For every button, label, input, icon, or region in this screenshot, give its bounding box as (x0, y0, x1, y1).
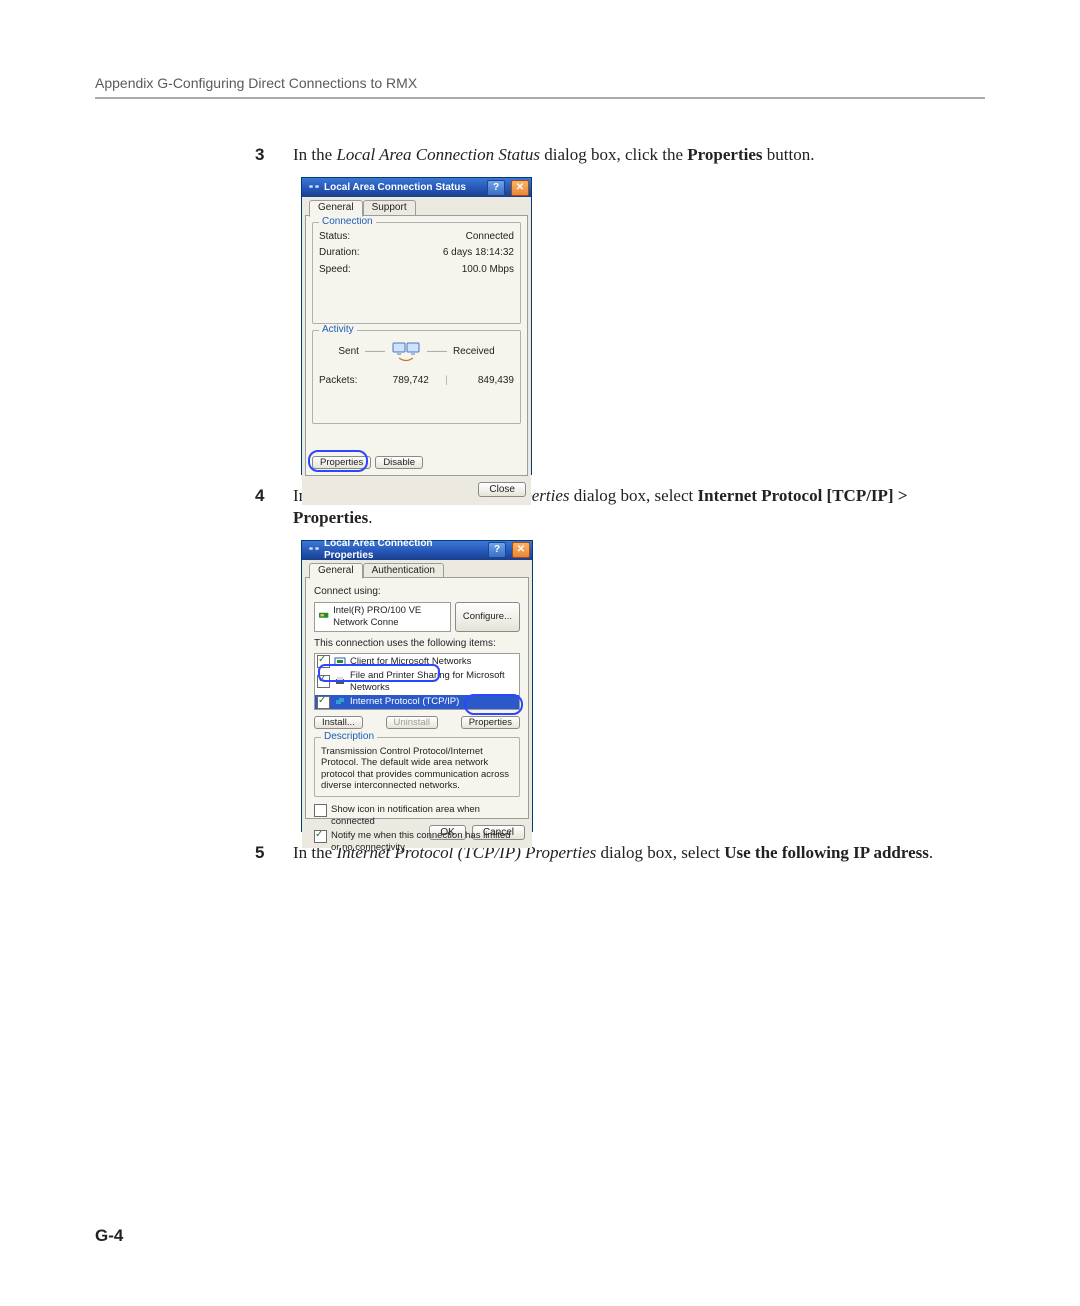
check-label: Show icon in notification area when conn… (331, 804, 520, 828)
value-packets-sent: 789,742 (379, 375, 443, 388)
step-number: 5 (255, 842, 293, 863)
page-number: G-4 (95, 1226, 123, 1246)
step-3: 3 In the Local Area Connection Status di… (255, 144, 985, 165)
close-icon[interactable]: ✕ (511, 180, 529, 196)
content: 3 In the Local Area Connection Status di… (255, 144, 985, 863)
properties-button[interactable]: Properties (461, 716, 520, 729)
close-icon[interactable]: ✕ (512, 542, 530, 558)
value-duration: 6 days 18:14:32 (360, 247, 514, 260)
network-icon (308, 182, 320, 194)
label-packets: Packets: (319, 375, 379, 388)
help-icon[interactable]: ? (488, 542, 506, 558)
footer: Close (305, 476, 528, 501)
monitor-icon (391, 341, 421, 363)
network-icon (308, 544, 320, 556)
group-activity: Activity Sent —— —— Received (312, 330, 521, 424)
tab-general[interactable]: General (309, 200, 363, 217)
adapter-icon (319, 612, 329, 622)
printer-icon (334, 676, 346, 688)
dialog-title: Local Area Connection Status (324, 182, 481, 195)
title-bar: Local Area Connection Status ? ✕ (302, 178, 531, 197)
dialog-connection-properties: Local Area Connection Properties ? ✕ Gen… (301, 540, 533, 832)
group-description: Description Transmission Control Protoco… (314, 737, 520, 797)
label-received: Received (453, 346, 495, 359)
items-list[interactable]: Client for Microsoft Networks File and P… (314, 653, 520, 710)
tab-pane: Connect using: Intel(R) PRO/100 VE Netwo… (305, 577, 529, 819)
step-number: 4 (255, 485, 293, 506)
check-label: Notify me when this connection has limit… (331, 830, 520, 854)
check-notify[interactable]: Notify me when this connection has limit… (314, 829, 520, 855)
adapter-name: Intel(R) PRO/100 VE Network Conne (333, 605, 446, 629)
group-connection: Connection Status:Connected Duration:6 d… (312, 222, 521, 324)
checkbox-icon[interactable] (317, 655, 330, 668)
tab-pane: Connection Status:Connected Duration:6 d… (305, 215, 528, 476)
uninstall-button: Uninstall (386, 716, 438, 729)
label-status: Status: (319, 231, 350, 244)
page: Appendix G-Configuring Direct Connection… (95, 75, 985, 1246)
value-speed: 100.0 Mbps (351, 264, 514, 277)
page-header: Appendix G-Configuring Direct Connection… (95, 75, 985, 99)
group-legend: Description (321, 731, 377, 744)
checkbox-icon[interactable] (314, 830, 327, 843)
list-item[interactable]: File and Printer Sharing for Microsoft N… (315, 669, 519, 695)
tab-strip: General Authentication (305, 562, 529, 579)
item-label: Client for Microsoft Networks (350, 656, 471, 668)
item-label: File and Printer Sharing for Microsoft N… (350, 670, 517, 694)
title-bar: Local Area Connection Properties ? ✕ (302, 541, 532, 560)
close-button[interactable]: Close (478, 482, 526, 497)
checkbox-icon[interactable] (317, 675, 330, 688)
label-sent: Sent (338, 346, 359, 359)
install-button[interactable]: Install... (314, 716, 363, 729)
tab-strip: General Support (305, 199, 528, 216)
group-legend: Activity (319, 324, 357, 337)
checkbox-icon[interactable] (314, 804, 327, 817)
dialog-body: General Support Connection Status:Connec… (302, 197, 531, 505)
check-show-icon[interactable]: Show icon in notification area when conn… (314, 803, 520, 829)
figure-connection-properties: Local Area Connection Properties ? ✕ Gen… (301, 540, 985, 832)
list-item-selected[interactable]: Internet Protocol (TCP/IP) (315, 695, 519, 710)
list-item[interactable]: Client for Microsoft Networks (315, 654, 519, 669)
value-status: Connected (350, 231, 514, 244)
value-packets-received: 849,439 (451, 375, 515, 388)
disable-button[interactable]: Disable (375, 456, 423, 469)
step-number: 3 (255, 144, 293, 165)
description-text: Transmission Control Protocol/Internet P… (321, 744, 513, 796)
properties-button[interactable]: Properties (312, 456, 371, 469)
client-icon (334, 656, 346, 668)
adapter-field: Intel(R) PRO/100 VE Network Conne (314, 602, 451, 632)
tab-general[interactable]: General (309, 563, 363, 580)
configure-button[interactable]: Configure... (455, 602, 520, 632)
help-icon[interactable]: ? (487, 180, 505, 196)
label-duration: Duration: (319, 247, 360, 260)
step-text: In the Local Area Connection Status dial… (293, 144, 985, 165)
group-legend: Connection (319, 216, 376, 229)
dialog-connection-status: Local Area Connection Status ? ✕ General… (301, 177, 532, 475)
label-speed: Speed: (319, 264, 351, 277)
item-label: Internet Protocol (TCP/IP) (350, 696, 459, 708)
dialog-title: Local Area Connection Properties (324, 538, 482, 563)
checkbox-icon[interactable] (317, 696, 330, 709)
label-uses-items: This connection uses the following items… (314, 632, 520, 654)
button-row: Properties Disable (312, 452, 423, 469)
protocol-icon (334, 696, 346, 708)
dialog-body: General Authentication Connect using: In… (302, 560, 532, 849)
label-connect-using: Connect using: (314, 586, 520, 602)
figure-connection-status: Local Area Connection Status ? ✕ General… (301, 177, 985, 475)
